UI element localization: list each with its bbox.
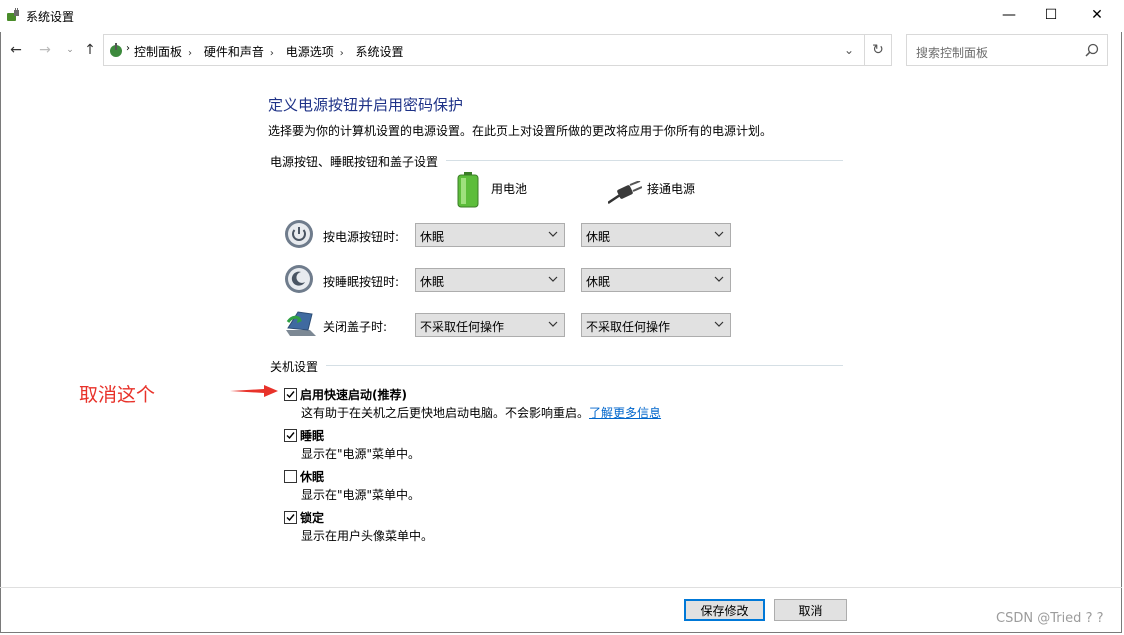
chevron-down-icon <box>548 321 558 327</box>
lock-checkbox[interactable] <box>284 511 297 524</box>
lock-label[interactable]: 锁定 <box>300 509 324 526</box>
breadcrumb-power-options[interactable]: 电源选项 <box>286 43 334 60</box>
watermark: CSDN @Tried ? ? <box>996 611 1104 626</box>
page-title: 定义电源按钮并启用密码保护 <box>268 96 464 114</box>
breadcrumb-hardware-sound[interactable]: 硬件和声音 <box>204 43 264 60</box>
navigation-bar: ← → ⌄ ↑ › 控制面板 › 硬件和声音 › 电源选项 › 系统设置 ⌄ ↻ 搜索… <box>0 34 1124 68</box>
minimize-icon: — <box>1002 7 1016 23</box>
breadcrumb-separator[interactable]: › <box>340 48 344 59</box>
address-dropdown-icon[interactable]: ⌄ <box>844 43 854 57</box>
close-button[interactable]: ✕ <box>1074 0 1120 30</box>
annotation-arrow-icon <box>230 385 278 397</box>
select-value: 休眠 <box>586 275 611 289</box>
page-description: 选择要为你的计算机设置的电源设置。在此页上对设置所做的更改将应用于你所有的电源计… <box>268 124 773 138</box>
maximize-icon: ☐ <box>1044 7 1058 23</box>
chevron-down-icon <box>548 276 558 282</box>
sleep-label[interactable]: 睡眠 <box>300 427 324 444</box>
fast-startup-label[interactable]: 启用快速启动(推荐) <box>300 386 407 403</box>
learn-more-link[interactable]: 了解更多信息 <box>589 406 661 420</box>
lid-close-plugged-select[interactable]: 不采取任何操作 <box>581 313 731 337</box>
title-bar: 系统设置 — ☐ ✕ <box>0 0 1124 32</box>
refresh-icon: ↻ <box>872 42 884 58</box>
lid-close-label: 关闭盖子时: <box>323 320 388 334</box>
power-button-icon <box>285 220 313 248</box>
chevron-down-icon <box>714 276 724 282</box>
sleep-button-plugged-select[interactable]: 休眠 <box>581 268 731 292</box>
breadcrumb-separator[interactable]: › <box>270 48 274 59</box>
power-plug-icon <box>608 181 642 205</box>
cancel-button[interactable]: 取消 <box>774 599 847 621</box>
group-divider <box>446 160 843 161</box>
back-arrow-icon: ← <box>10 42 22 58</box>
window-title: 系统设置 <box>26 10 75 24</box>
refresh-button[interactable]: ↻ <box>864 34 892 66</box>
fast-startup-desc-text: 这有助于在关机之后更快地启动电脑。不会影响重启。 <box>301 406 590 420</box>
control-panel-icon <box>110 43 122 57</box>
breadcrumb-system-settings[interactable]: 系统设置 <box>356 43 404 60</box>
power-options-icon <box>7 8 19 21</box>
save-button[interactable]: 保存修改 <box>684 599 765 621</box>
select-value: 休眠 <box>420 275 445 289</box>
chevron-down-icon <box>714 321 724 327</box>
power-buttons-group-label: 电源按钮、睡眠按钮和盖子设置 <box>270 155 439 169</box>
group-divider <box>326 365 843 366</box>
sleep-description: 显示在"电源"菜单中。 <box>301 447 421 461</box>
shutdown-group-label: 关机设置 <box>270 360 319 374</box>
sleep-checkbox[interactable] <box>284 429 297 442</box>
chevron-down-icon <box>714 231 724 237</box>
address-bar[interactable]: › 控制面板 › 硬件和声音 › 电源选项 › 系统设置 ⌄ <box>103 34 865 66</box>
power-button-plugged-select[interactable]: 休眠 <box>581 223 731 247</box>
maximize-button[interactable]: ☐ <box>1028 0 1074 30</box>
forward-button[interactable]: → <box>36 41 54 59</box>
checkmark-icon <box>286 391 295 399</box>
battery-icon <box>457 172 479 208</box>
power-button-label: 按电源按钮时: <box>323 230 400 244</box>
checkmark-icon <box>286 432 295 440</box>
select-value: 休眠 <box>586 230 611 244</box>
battery-column-header: 用电池 <box>491 182 528 196</box>
chevron-down-icon: ⌄ <box>66 45 74 55</box>
sleep-button-battery-select[interactable]: 休眠 <box>415 268 565 292</box>
lock-description: 显示在用户头像菜单中。 <box>301 529 434 543</box>
back-button[interactable]: ← <box>7 41 25 59</box>
select-value: 不采取任何操作 <box>586 320 671 334</box>
breadcrumb-separator: › <box>126 43 130 54</box>
minimize-button[interactable]: — <box>986 0 1032 30</box>
hibernate-label[interactable]: 休眠 <box>300 468 324 485</box>
forward-arrow-icon: → <box>39 42 51 58</box>
checkmark-icon <box>286 514 295 522</box>
breadcrumb: 控制面板 › 硬件和声音 › 电源选项 › 系统设置 <box>134 43 410 60</box>
close-icon: ✕ <box>1091 7 1103 23</box>
breadcrumb-control-panel[interactable]: 控制面板 <box>134 43 182 60</box>
select-value: 休眠 <box>420 230 445 244</box>
hibernate-description: 显示在"电源"菜单中。 <box>301 488 421 502</box>
footer-divider <box>0 587 1122 588</box>
chevron-down-icon <box>548 231 558 237</box>
search-input[interactable]: 搜索控制面板 <box>906 34 1108 66</box>
breadcrumb-separator[interactable]: › <box>188 48 192 59</box>
hibernate-checkbox[interactable] <box>284 470 297 483</box>
lid-close-battery-select[interactable]: 不采取任何操作 <box>415 313 565 337</box>
plugged-in-column-header: 接通电源 <box>647 182 696 196</box>
sleep-button-icon <box>285 265 313 293</box>
laptop-lid-icon <box>286 311 316 336</box>
fast-startup-checkbox[interactable] <box>284 388 297 401</box>
annotation-text: 取消这个 <box>79 384 156 406</box>
search-placeholder: 搜索控制面板 <box>916 46 989 60</box>
search-icon <box>1085 43 1099 57</box>
select-value: 不采取任何操作 <box>420 320 505 334</box>
recent-locations-button[interactable]: ⌄ <box>61 41 79 59</box>
power-button-battery-select[interactable]: 休眠 <box>415 223 565 247</box>
sleep-button-label: 按睡眠按钮时: <box>323 275 400 289</box>
up-button[interactable]: ↑ <box>81 41 99 59</box>
up-arrow-icon: ↑ <box>84 42 96 58</box>
fast-startup-description: 这有助于在关机之后更快地启动电脑。不会影响重启。了解更多信息 <box>301 404 661 421</box>
